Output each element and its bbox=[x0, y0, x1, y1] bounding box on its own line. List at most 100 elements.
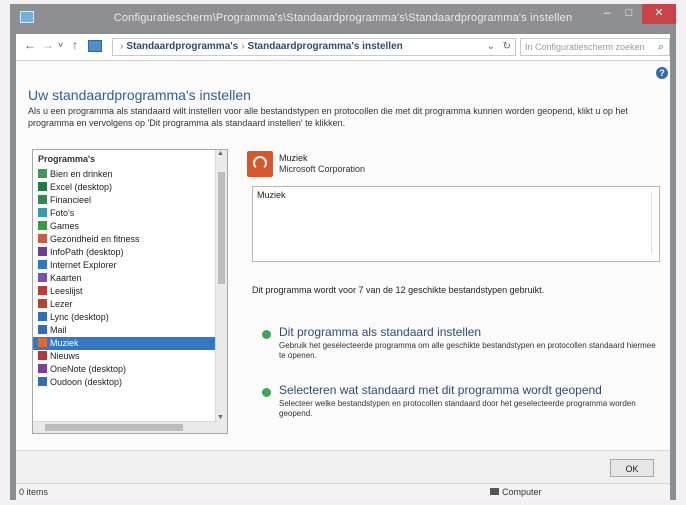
control-panel-small-icon bbox=[88, 40, 102, 52]
program-label: Kaarten bbox=[50, 273, 82, 283]
program-icon bbox=[38, 221, 47, 230]
title-bar[interactable]: Configuratiescherm\Programma's\Standaard… bbox=[10, 4, 676, 32]
program-list-item[interactable]: Lync (desktop) bbox=[33, 311, 227, 324]
program-label: Financieel bbox=[50, 195, 92, 205]
program-label: InfoPath (desktop) bbox=[50, 247, 124, 257]
address-bar[interactable]: › Standaardprogramma's › Standaardprogramma… bbox=[112, 38, 516, 56]
program-label: OneNote (desktop) bbox=[50, 364, 127, 374]
program-list-item[interactable]: Muziek bbox=[33, 337, 227, 350]
action-subtitle: Selecteer welke bestandstypen en protoco… bbox=[279, 399, 636, 418]
program-list-item[interactable]: Excel (desktop) bbox=[33, 181, 227, 194]
programs-list-header: Programma's bbox=[38, 154, 96, 164]
program-label: Foto's bbox=[50, 208, 75, 218]
address-chevron-icon: › bbox=[120, 41, 124, 52]
program-list-item[interactable]: Kaarten bbox=[33, 272, 227, 285]
recent-locations-icon[interactable]: ˅ bbox=[58, 40, 63, 50]
maximize-button[interactable]: □ bbox=[618, 4, 640, 24]
program-label: Nieuws bbox=[50, 351, 80, 361]
program-icon bbox=[38, 377, 47, 386]
status-zone: Computer bbox=[490, 487, 542, 497]
program-label: Leeslijst bbox=[50, 286, 83, 296]
horizontal-scroll-thumb[interactable] bbox=[45, 424, 183, 431]
program-list-item[interactable]: Financieel bbox=[33, 194, 227, 207]
horizontal-scrollbar[interactable] bbox=[33, 421, 217, 433]
program-list-item[interactable]: Oudoon (desktop) bbox=[33, 376, 227, 389]
program-name: Muziek bbox=[279, 153, 308, 163]
program-icon bbox=[38, 208, 47, 217]
description-text: Muziek bbox=[257, 190, 286, 200]
up-arrow-icon[interactable]: ↑ bbox=[72, 38, 78, 52]
search-icon[interactable]: ⌕ bbox=[658, 39, 664, 55]
program-icon bbox=[38, 273, 47, 282]
program-list-item[interactable]: Internet Explorer bbox=[33, 259, 227, 272]
program-icon bbox=[38, 234, 47, 243]
refresh-icon[interactable]: ↻ bbox=[503, 39, 511, 55]
dialog-footer: OK bbox=[16, 450, 670, 483]
program-label: Muziek bbox=[50, 338, 79, 348]
search-placeholder: In Configuratiescherm zoeken bbox=[525, 42, 645, 52]
set-default-action[interactable]: Dit programma als standaard instellen Ge… bbox=[262, 325, 662, 361]
close-button[interactable]: ✕ bbox=[642, 4, 676, 24]
program-icon bbox=[38, 182, 47, 191]
program-label: Lync (desktop) bbox=[50, 312, 109, 322]
window-title: Configuratiescherm\Programma's\Standaard… bbox=[113, 12, 573, 24]
item-count: 0 items bbox=[19, 487, 49, 497]
program-list-item[interactable]: OneNote (desktop) bbox=[33, 363, 227, 376]
breadcrumb-segment[interactable]: Standaardprogramma's bbox=[126, 41, 238, 52]
program-icon bbox=[38, 325, 47, 334]
program-list-item[interactable]: Foto's bbox=[33, 207, 227, 220]
bullet-icon bbox=[262, 330, 271, 339]
computer-icon bbox=[490, 488, 499, 495]
program-icon bbox=[38, 299, 47, 308]
action-subtitle: Gebruik het geselecteerde programma om a… bbox=[279, 341, 656, 360]
minimize-button[interactable]: – bbox=[596, 4, 618, 24]
program-label: Internet Explorer bbox=[50, 260, 117, 270]
program-list-item[interactable]: Mail bbox=[33, 324, 227, 337]
program-icon bbox=[38, 247, 47, 256]
program-label: Lezer bbox=[50, 299, 73, 309]
program-label: Games bbox=[50, 221, 80, 231]
description-scrollbar[interactable] bbox=[651, 193, 657, 253]
program-list-item[interactable]: Bien en drinken bbox=[33, 168, 227, 181]
usage-text: Dit programma wordt voor 7 van de 12 ges… bbox=[252, 285, 545, 295]
program-icon bbox=[38, 364, 47, 373]
program-list-item[interactable]: InfoPath (desktop) bbox=[33, 246, 227, 259]
bullet-icon bbox=[262, 388, 271, 397]
program-label: Gezondheid en fitness bbox=[50, 234, 140, 244]
address-dropdown-icon[interactable]: ⌄ bbox=[487, 39, 495, 55]
action-title[interactable]: Dit programma als standaard instellen bbox=[279, 325, 481, 339]
choose-defaults-action[interactable]: Selecteren wat standaard met dit program… bbox=[262, 383, 662, 419]
program-icon bbox=[38, 286, 47, 295]
ok-button[interactable]: OK bbox=[610, 459, 654, 477]
program-icon bbox=[38, 195, 47, 204]
vertical-scrollbar[interactable]: ▲ ▼ bbox=[215, 150, 227, 433]
forward-arrow-icon[interactable]: → bbox=[42, 38, 54, 52]
breadcrumb-segment[interactable]: Standaardprogramma's instellen bbox=[248, 41, 403, 52]
program-icon bbox=[38, 169, 47, 178]
program-list-item[interactable]: Games bbox=[33, 220, 227, 233]
program-label: Excel (desktop) bbox=[50, 182, 113, 192]
scroll-down-icon[interactable]: ▼ bbox=[217, 414, 224, 421]
program-label: Mail bbox=[50, 325, 67, 335]
program-list-item[interactable]: Lezer bbox=[33, 298, 227, 311]
scroll-up-icon[interactable]: ▲ bbox=[217, 150, 224, 157]
back-arrow-icon[interactable]: ← bbox=[24, 38, 36, 52]
main-content: ? Uw standaardprogramma's instellen Als … bbox=[16, 61, 670, 450]
breadcrumb-separator-icon: › bbox=[241, 41, 245, 52]
program-description: Muziek bbox=[252, 186, 660, 262]
navigation-bar: ← → ˅ ↑ › Standaardprogramma's › Standaardp… bbox=[16, 34, 670, 61]
intro-text: Als u een programma als standaard wilt i… bbox=[28, 106, 628, 128]
headphones-icon bbox=[247, 151, 273, 177]
program-list-item[interactable]: Nieuws bbox=[33, 350, 227, 363]
zone-label: Computer bbox=[502, 487, 542, 497]
page-title: Uw standaardprogramma's instellen bbox=[28, 87, 251, 103]
scroll-thumb[interactable] bbox=[218, 172, 225, 284]
program-list-item[interactable]: Gezondheid en fitness bbox=[33, 233, 227, 246]
help-icon[interactable]: ? bbox=[656, 67, 668, 79]
program-icon bbox=[38, 338, 47, 347]
search-input[interactable]: In Configuratiescherm zoeken ⌕ bbox=[520, 38, 670, 56]
action-title[interactable]: Selecteren wat standaard met dit program… bbox=[279, 383, 602, 397]
program-list-item[interactable]: Leeslijst bbox=[33, 285, 227, 298]
program-icon bbox=[38, 351, 47, 360]
programs-list[interactable]: Programma's Bien en drinken Excel (deskto… bbox=[32, 149, 228, 434]
